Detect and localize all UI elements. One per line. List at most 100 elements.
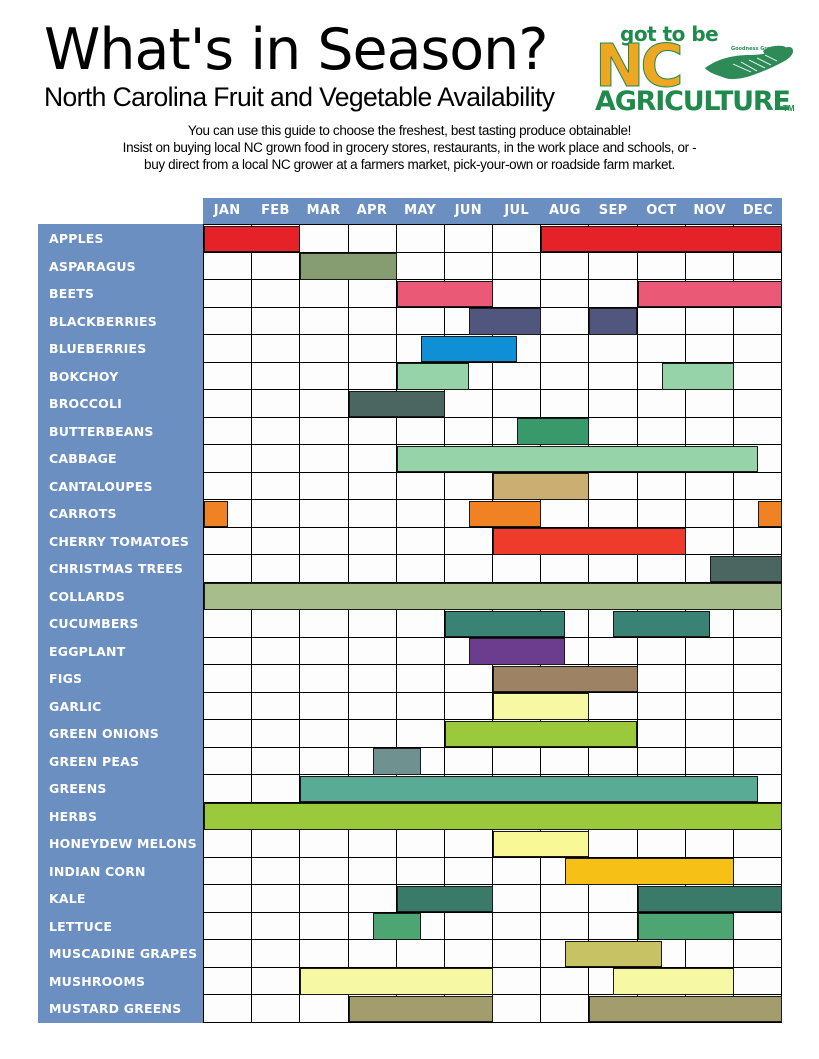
produce-label: LETTUCE (49, 918, 113, 934)
produce-label: ASPARAGUS (49, 258, 136, 274)
grid-cell (396, 665, 445, 693)
produce-label: MUSCADINE GRAPES (49, 946, 198, 961)
grid-cell (541, 747, 590, 775)
grid-cell (589, 830, 638, 858)
grid-cell (493, 362, 542, 390)
grid-cell (348, 637, 397, 665)
availability-bar (300, 775, 758, 803)
nc-agriculture-logo: got to be NC Goodness Grows AGRICULTURE … (593, 24, 801, 116)
grid-cell (348, 445, 397, 473)
grid-cell (589, 912, 638, 940)
grid-cell (204, 555, 253, 583)
grid-cell (204, 995, 253, 1023)
produce-label: MUSTARD GREENS (49, 1001, 182, 1016)
grid-cell (252, 747, 301, 775)
grid-cell (444, 225, 494, 253)
grid-cell (204, 280, 253, 308)
grid-cell (733, 665, 783, 693)
grid-cell (637, 472, 686, 500)
grid-cell (396, 225, 445, 253)
grid-cell (493, 857, 542, 885)
logo-trademark-text: TM (783, 104, 795, 113)
availability-row (204, 995, 783, 1023)
availability-bar (300, 968, 493, 995)
availability-row (204, 307, 783, 335)
grid-cell (348, 307, 397, 335)
grid-cell (252, 720, 301, 748)
grid-cell (685, 940, 734, 968)
grid-cell (541, 995, 590, 1023)
availability-row (204, 225, 783, 253)
grid-cell (300, 885, 349, 913)
title-block: What's in Season? North Carolina Fruit a… (44, 20, 604, 112)
grid-cell (300, 555, 349, 583)
grid-cell (252, 500, 301, 528)
availability-bar (444, 720, 638, 748)
grid-cell (685, 417, 734, 445)
grid-cell (733, 362, 783, 390)
availability-bar (372, 748, 421, 775)
availability-bar (565, 858, 734, 885)
grid-cell (204, 417, 253, 445)
grid-cell (252, 665, 301, 693)
produce-label: FIGS (49, 671, 83, 686)
grid-cell (493, 995, 542, 1023)
availability-grid (203, 224, 783, 1023)
month-header-may: MAY (404, 203, 437, 218)
grid-cell (300, 527, 349, 555)
produce-label: GREEN ONIONS (49, 726, 160, 741)
grid-cell (204, 390, 253, 418)
grid-cell (733, 390, 783, 418)
grid-cell (348, 500, 397, 528)
availability-row (204, 857, 783, 885)
grid-cell (252, 472, 301, 500)
grid-cell (444, 390, 494, 418)
grid-cell (589, 747, 638, 775)
produce-label: BOKCHOY (49, 368, 119, 384)
grid-cell (204, 830, 253, 858)
availability-bar (372, 913, 421, 940)
grid-cell (252, 692, 301, 720)
grid-cell (252, 637, 301, 665)
availability-bar (637, 913, 734, 940)
availability-bar (396, 445, 758, 473)
availability-row (204, 802, 783, 830)
tagline-line-2: Insist on buying local NC grown food in … (122, 140, 697, 155)
grid-cell (204, 912, 253, 940)
grid-cell (204, 967, 253, 995)
grid-cell (685, 335, 734, 363)
grid-cell (348, 830, 397, 858)
availability-row (204, 362, 783, 390)
grid-cell (300, 857, 349, 885)
grid-cell (396, 692, 445, 720)
grid-cell (396, 307, 445, 335)
grid-cell (637, 555, 686, 583)
grid-cell (444, 417, 494, 445)
grid-cell (637, 830, 686, 858)
grid-cell (396, 417, 445, 445)
availability-bar (348, 995, 493, 1023)
grid-cell (589, 692, 638, 720)
grid-cell (637, 665, 686, 693)
grid-cell (733, 830, 783, 858)
grid-cell (685, 472, 734, 500)
grid-cell (252, 995, 301, 1023)
grid-cell (252, 775, 301, 803)
grid-cell (300, 472, 349, 500)
grid-cell (733, 967, 783, 995)
grid-cell (589, 885, 638, 913)
availability-bar (493, 693, 590, 720)
page-title: What's in Season? (44, 17, 548, 83)
produce-label: CHERRY TOMATOES (49, 533, 190, 549)
grid-cell (300, 912, 349, 940)
availability-row (204, 637, 783, 665)
month-header-apr: APR (356, 203, 388, 218)
grid-cell (541, 912, 590, 940)
grid-cell (300, 610, 349, 638)
produce-label: APPLES (49, 231, 104, 246)
produce-label: INDIAN CORN (49, 863, 146, 879)
grid-cell (252, 390, 301, 418)
grid-cell (685, 692, 734, 720)
grid-cell (204, 857, 253, 885)
grid-cell (444, 472, 494, 500)
